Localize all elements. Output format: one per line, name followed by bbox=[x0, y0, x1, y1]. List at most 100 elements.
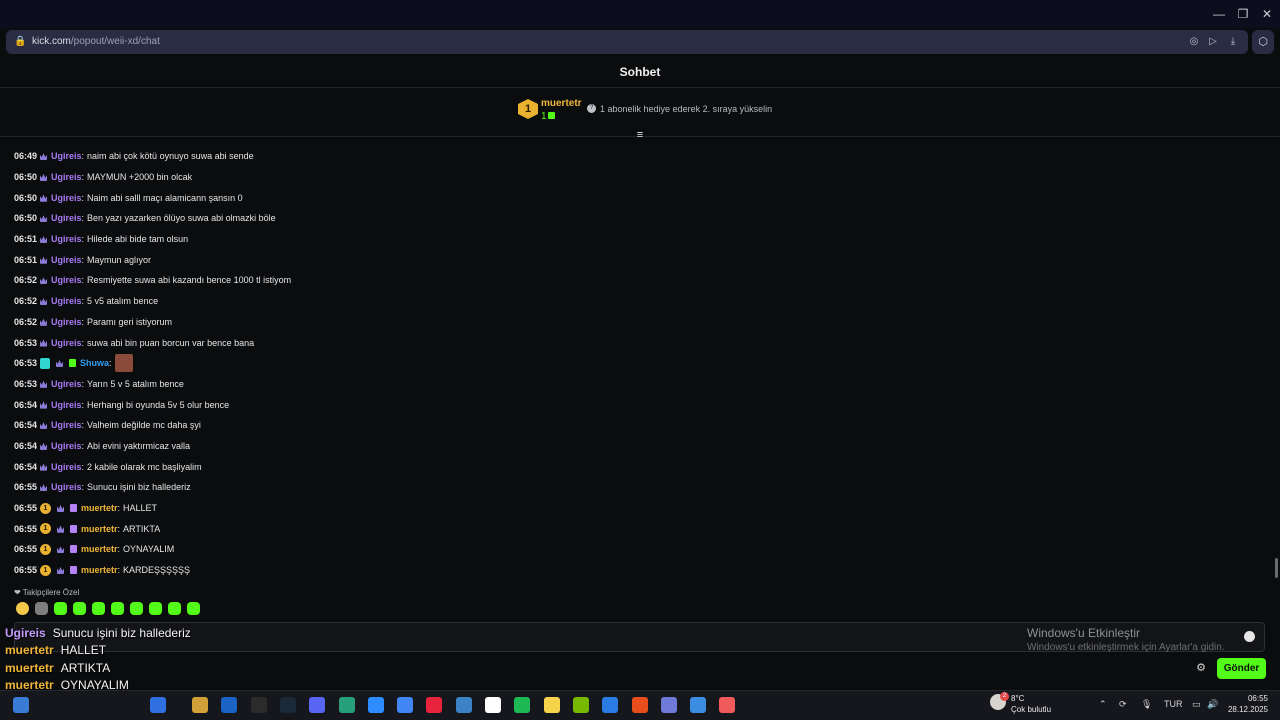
message-username[interactable]: Ugireis bbox=[51, 193, 82, 203]
taskbar-app-icon[interactable] bbox=[367, 697, 384, 713]
url-text[interactable]: kick.com/popout/weii-xd/chat bbox=[32, 35, 160, 49]
message-text: KARDEŞŞŞŞŞŞ bbox=[123, 565, 191, 576]
taskbar-app-icon[interactable] bbox=[13, 697, 29, 713]
taskbar-app-icon[interactable] bbox=[338, 697, 355, 713]
taskbar-app-icon[interactable] bbox=[309, 697, 326, 713]
taskbar-app-icon[interactable] bbox=[279, 697, 296, 713]
taskbar-app-icon[interactable] bbox=[543, 697, 560, 713]
message-time: 06:55 bbox=[14, 544, 38, 555]
emote-icon[interactable] bbox=[111, 602, 124, 615]
emote-bar bbox=[16, 602, 200, 618]
subscriber-badge-icon bbox=[40, 401, 47, 409]
language-indicator[interactable]: TUR bbox=[1164, 699, 1183, 709]
emote-icon[interactable] bbox=[168, 602, 181, 615]
username-separator: : bbox=[81, 296, 85, 307]
emote-icon[interactable] bbox=[35, 602, 48, 615]
extension-icon[interactable]: ⬡ bbox=[1252, 30, 1274, 54]
restore-button[interactable]: ❐ bbox=[1231, 5, 1255, 23]
gear-icon[interactable]: ⚙ bbox=[1195, 662, 1207, 674]
sync-icon[interactable]: ⟳ bbox=[1119, 699, 1127, 710]
taskbar-app-icon[interactable] bbox=[426, 697, 443, 713]
message-username[interactable]: Ugireis bbox=[51, 400, 82, 410]
message-username[interactable]: muertetr bbox=[81, 503, 118, 513]
taskbar-app-icon[interactable] bbox=[485, 697, 501, 713]
message-username[interactable]: Ugireis bbox=[51, 379, 82, 389]
message-username[interactable]: Ugireis bbox=[51, 255, 82, 265]
taskbar-app-icon[interactable] bbox=[572, 697, 589, 713]
message-text: naim abi çok kötü oynuyo suwa abi sende bbox=[87, 151, 254, 162]
message-username[interactable]: Ugireis bbox=[51, 296, 82, 306]
message-username[interactable]: Ugireis bbox=[51, 213, 82, 223]
emote-icon[interactable] bbox=[187, 602, 200, 615]
microphone-icon[interactable]: 🎙 bbox=[1141, 699, 1152, 710]
subscriber-badge-icon bbox=[57, 504, 64, 513]
message-username[interactable]: Ugireis bbox=[51, 234, 82, 244]
message-username[interactable]: Ugireis bbox=[51, 441, 82, 451]
download-icon[interactable]: ⤓ bbox=[1225, 34, 1241, 50]
leaderboard-user[interactable]: muertetr bbox=[541, 98, 582, 109]
taskbar-app-icon[interactable] bbox=[250, 697, 267, 713]
message-username[interactable]: Ugireis bbox=[51, 338, 82, 348]
subscriber-badge-icon bbox=[40, 215, 47, 223]
emote-icon[interactable] bbox=[130, 602, 143, 615]
message-username[interactable]: muertetr bbox=[81, 565, 118, 575]
message-username[interactable]: Ugireis bbox=[51, 275, 82, 285]
chat-message: 06:50 Ugireis: MAYMUN +2000 bin olcak bbox=[14, 167, 1264, 188]
overlay-message: Ugireis Sunucu işini biz hallederiz bbox=[5, 626, 191, 644]
scroll-down-icon[interactable]: ≡ bbox=[634, 130, 646, 141]
message-username[interactable]: Ugireis bbox=[51, 462, 82, 472]
message-username[interactable]: muertetr bbox=[81, 544, 118, 554]
browser-titlebar bbox=[0, 0, 1280, 28]
close-button[interactable]: ✕ bbox=[1255, 5, 1279, 23]
gift-icon bbox=[548, 112, 555, 119]
taskbar-app-icon[interactable] bbox=[719, 697, 736, 713]
shield-icon[interactable]: ◎ bbox=[1186, 34, 1202, 50]
message-time: 06:54 bbox=[14, 440, 38, 451]
message-time: 06:53 bbox=[14, 378, 38, 389]
clock-time[interactable]: 06:55 bbox=[1228, 694, 1268, 703]
username-separator: : bbox=[81, 399, 85, 410]
emoji-icon[interactable] bbox=[1244, 631, 1255, 642]
message-username[interactable]: Ugireis bbox=[51, 420, 82, 430]
message-username[interactable]: muertetr bbox=[81, 524, 118, 534]
chat-message: 06:51 Ugireis: Hilede abi bide tam olsun bbox=[14, 229, 1264, 250]
taskbar-app-icon[interactable] bbox=[690, 697, 707, 713]
play-icon[interactable]: ▷ bbox=[1205, 34, 1221, 50]
emote-icon[interactable] bbox=[16, 602, 29, 615]
taskbar-app-icon[interactable] bbox=[602, 697, 619, 713]
taskbar-app-icon[interactable] bbox=[221, 697, 238, 713]
address-bar[interactable]: 🔒 kick.com/popout/weii-xd/chat ◎ ▷ ⤓ bbox=[6, 30, 1248, 54]
chat-messages: 06:49 Ugireis: naim abi çok kötü oynuyo su… bbox=[14, 146, 1264, 580]
clock-date[interactable]: 28.12.2025 bbox=[1218, 705, 1268, 714]
send-button[interactable]: Gönder bbox=[1217, 658, 1266, 679]
username-separator: : bbox=[81, 275, 85, 286]
message-username[interactable]: Ugireis bbox=[51, 317, 82, 327]
taskbar-app-icon[interactable] bbox=[150, 697, 166, 713]
emote-icon[interactable] bbox=[54, 602, 67, 615]
taskbar-app-icon[interactable] bbox=[631, 697, 648, 713]
volume-icon[interactable]: 🔊 bbox=[1207, 699, 1218, 710]
taskbar-app-icon[interactable] bbox=[660, 697, 677, 713]
chevron-up-icon[interactable]: ⌃ bbox=[1099, 699, 1107, 710]
emote-icon[interactable] bbox=[149, 602, 162, 615]
subscriber-badge-icon bbox=[40, 442, 47, 450]
message-text: suwa abi bin puan borcun var bence bana bbox=[87, 337, 255, 348]
emote-icon[interactable] bbox=[92, 602, 105, 615]
message-username[interactable]: Ugireis bbox=[51, 172, 82, 182]
gift-badge-icon bbox=[70, 566, 77, 575]
emote-icon[interactable] bbox=[73, 602, 86, 615]
message-username[interactable]: Shuwa bbox=[80, 358, 109, 368]
taskbar-app-icon[interactable] bbox=[397, 697, 414, 713]
subscriber-badge-icon bbox=[57, 525, 64, 533]
chat-scrollbar[interactable] bbox=[1275, 558, 1278, 578]
message-username[interactable]: Ugireis bbox=[51, 482, 82, 492]
watermark-subtitle: Windows'u etkinleştirmek için Ayarlar'a … bbox=[1027, 642, 1225, 653]
message-username[interactable]: Ugireis bbox=[51, 151, 82, 161]
taskbar-app-icon[interactable] bbox=[192, 697, 208, 713]
verified-badge-icon bbox=[40, 357, 50, 369]
info-icon: ? bbox=[587, 104, 596, 113]
taskbar-app-icon[interactable] bbox=[514, 697, 531, 713]
display-icon[interactable]: ▭ bbox=[1192, 699, 1201, 710]
taskbar-app-icon[interactable] bbox=[455, 697, 472, 713]
minimize-button[interactable]: — bbox=[1207, 5, 1231, 23]
